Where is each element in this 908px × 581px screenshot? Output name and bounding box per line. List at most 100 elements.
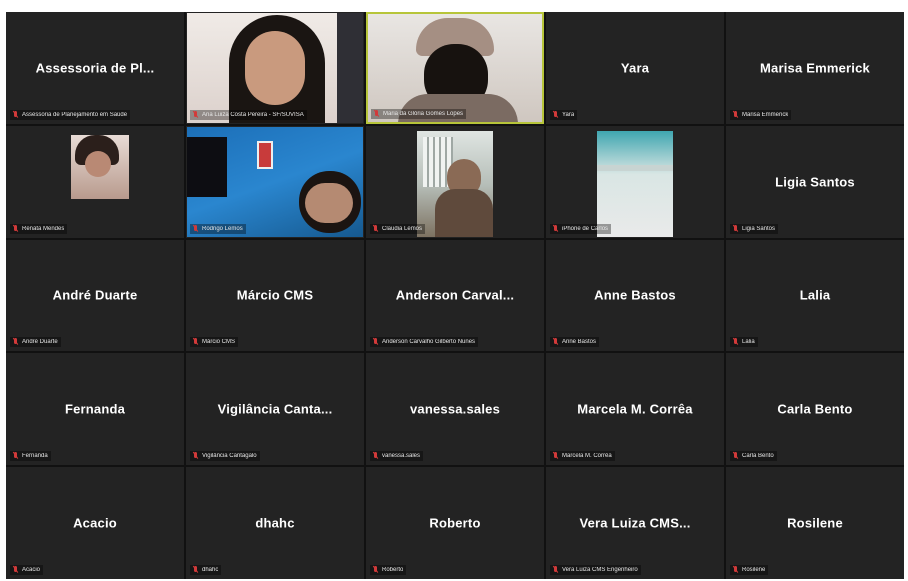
participant-display-name: André Duarte (52, 287, 138, 303)
mic-muted-icon (553, 224, 559, 233)
participant-tile[interactable]: dhahc dhahc (186, 467, 364, 579)
participant-tile[interactable]: Vigilância Canta... Vigilância Cantagalo (186, 353, 364, 466)
participant-video (187, 13, 363, 123)
participant-tile[interactable]: Anderson Carval... Anderson Carvalho Gilb… (366, 239, 544, 352)
participant-label-text: Vera Luiza CMS Engenheiro (562, 567, 638, 573)
participant-name-label: Anne Bastos (550, 337, 600, 348)
participant-name-label: Fernanda (10, 451, 51, 462)
participant-display-name: Acacio (73, 515, 117, 531)
participant-tile[interactable]: Ana Luiza Costa Pereira - SF/SUVISA (186, 12, 364, 124)
participant-tile[interactable]: Acacio Acacio (6, 467, 184, 579)
mic-muted-icon (193, 224, 199, 233)
participant-tile[interactable]: Ligia Santos Ligia Santos (726, 125, 904, 238)
mic-muted-icon (193, 338, 199, 346)
participant-name-label: Rosilene (730, 565, 769, 575)
mic-muted-icon (733, 224, 739, 233)
mic-muted-icon (373, 224, 379, 233)
video-gallery: Assessoria de Pl... Assessoria de Planeja… (6, 12, 904, 579)
participant-label-text: Renata Mendes (22, 225, 65, 232)
participant-tile[interactable]: iPhone de Carlos (546, 125, 724, 238)
participant-tile[interactable]: Maria da Glória Gomes Lopes (366, 12, 544, 124)
participant-tile[interactable]: Carla Bento Carla Bento (726, 353, 904, 466)
participant-label-text: Lalia (742, 339, 755, 346)
participant-tile[interactable]: vanessa.sales vanessa.sales (366, 353, 544, 466)
mic-muted-icon (553, 110, 559, 119)
participant-label-text: Carla Bento (742, 453, 774, 460)
mic-muted-icon (373, 566, 379, 574)
participant-label-text: Acacio (22, 567, 41, 573)
participant-label-text: Assessoria de Planejamento em Saúde (22, 111, 128, 118)
participant-tile[interactable]: Renata Mendes (6, 125, 184, 238)
participant-name-label: Renata Mendes (10, 223, 68, 234)
participant-name-label: Rodrigo Lemos (190, 223, 246, 234)
participant-label-text: Anne Bastos (562, 339, 597, 346)
participant-display-name: Anderson Carval... (395, 287, 515, 303)
participant-label-text: Ana Luiza Costa Pereira - SF/SUVISA (202, 111, 304, 118)
mic-muted-icon (733, 110, 739, 119)
participant-name-label: dhahc (190, 565, 222, 575)
participant-name-label: Claudia Lemos (370, 223, 426, 234)
mic-muted-icon (13, 110, 19, 119)
participant-label-text: Márcio CMS (202, 339, 236, 346)
participant-name-label: Vigilância Cantagalo (190, 451, 260, 462)
mic-muted-icon (373, 338, 379, 346)
mic-muted-icon (733, 338, 739, 346)
participant-display-name: Vigilância Canta... (217, 401, 333, 417)
participant-video (417, 130, 493, 237)
mic-muted-icon (553, 338, 559, 346)
mic-muted-icon (13, 566, 19, 574)
mic-muted-icon (193, 452, 199, 460)
participant-video (368, 14, 542, 122)
participant-label-text: vanessa.sales (382, 453, 421, 460)
participant-tile[interactable]: Anne Bastos Anne Bastos (546, 239, 724, 352)
participant-name-label: vanessa.sales (370, 451, 424, 462)
participant-label-text: Marisa Emmerick (742, 111, 789, 118)
mic-muted-icon (553, 566, 559, 574)
participant-tile[interactable]: Claudia Lemos (366, 125, 544, 238)
participant-label-text: Anderson Carvalho Gilberto Nunes (382, 339, 476, 346)
mic-muted-icon (13, 452, 19, 460)
participant-display-name: Vera Luiza CMS... (579, 515, 691, 531)
participant-video (71, 134, 129, 199)
participant-tile[interactable]: Roberto Roberto (366, 467, 544, 579)
participant-label-text: Yara (562, 111, 575, 118)
participant-tile[interactable]: Marcela M. Corrêa Marcela M. Corrêa (546, 353, 724, 466)
participant-tile[interactable]: Marisa Emmerick Marisa Emmerick (726, 12, 904, 124)
participant-tile[interactable]: Márcio CMS Márcio CMS (186, 239, 364, 352)
participant-display-name: Assessoria de Pl... (35, 60, 155, 76)
participant-name-label: André Duarte (10, 337, 61, 348)
participant-name-label: Anderson Carvalho Gilberto Nunes (370, 337, 479, 348)
participant-label-text: Claudia Lemos (382, 225, 423, 232)
mic-muted-icon (13, 224, 19, 233)
participant-label-text: Rosilene (742, 567, 766, 573)
participant-display-name: vanessa.sales (409, 401, 501, 417)
mic-muted-icon (733, 566, 739, 574)
participant-name-label: Ana Luiza Costa Pereira - SF/SUVISA (190, 109, 307, 120)
participant-tile[interactable]: Rosilene Rosilene (726, 467, 904, 579)
participant-display-name: Rosilene (787, 515, 843, 531)
participant-display-name: Yara (620, 60, 650, 76)
participant-display-name: Marcela M. Corrêa (577, 401, 693, 417)
participant-tile[interactable]: Assessoria de Pl... Assessoria de Planeja… (6, 12, 184, 124)
participant-tile[interactable]: Vera Luiza CMS... Vera Luiza CMS Engenhei… (546, 467, 724, 579)
participant-tile[interactable]: André Duarte André Duarte (6, 239, 184, 352)
mic-muted-icon (373, 452, 379, 460)
participant-label-text: Vigilância Cantagalo (202, 453, 257, 460)
participant-label-text: Maria da Glória Gomes Lopes (383, 110, 464, 117)
participant-name-label: Ligia Santos (730, 223, 779, 234)
participant-tile[interactable]: Yara Yara (546, 12, 724, 124)
participant-label-text: Marcela M. Corrêa (562, 453, 612, 460)
participant-name-label: Márcio CMS (190, 337, 239, 348)
participant-name-label: Maria da Glória Gomes Lopes (371, 108, 467, 119)
participant-tile[interactable]: Fernanda Fernanda (6, 353, 184, 466)
participant-label-text: iPhone de Carlos (562, 225, 609, 232)
participant-tile[interactable]: Lalia Lalia (726, 239, 904, 352)
participant-label-text: Roberto (382, 567, 404, 573)
participant-display-name: Ligia Santos (775, 174, 855, 190)
mic-muted-icon (374, 109, 380, 118)
participant-name-label: Lalia (730, 337, 758, 348)
participant-display-name: Marisa Emmerick (760, 60, 870, 76)
participant-name-label: Yara (550, 109, 578, 120)
participant-tile[interactable]: Rodrigo Lemos (186, 125, 364, 238)
mic-muted-icon (553, 452, 559, 460)
